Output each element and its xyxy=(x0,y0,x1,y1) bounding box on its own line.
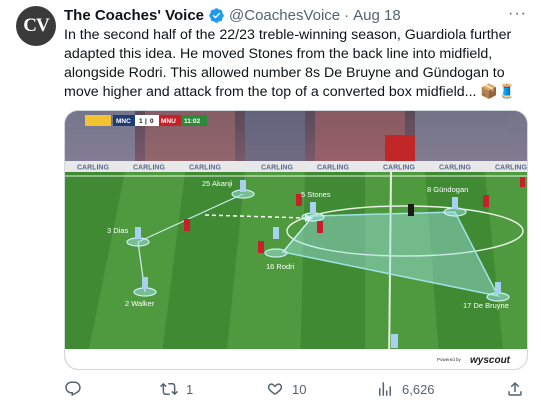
svg-text:|: | xyxy=(145,118,147,125)
score-home: 1 xyxy=(139,118,143,125)
tweet-header: The Coaches' Voice @CoachesVoice · Aug 1… xyxy=(64,5,529,25)
tweet-media[interactable]: CARLING CARLING CARLING CARLING CARLING … xyxy=(64,110,528,370)
reply-button[interactable] xyxy=(64,380,90,398)
more-options-icon[interactable]: ··· xyxy=(508,5,527,23)
views-icon xyxy=(379,382,391,396)
reply-icon xyxy=(65,381,81,397)
share-icon xyxy=(508,381,522,396)
player-label-walker: 2 Walker xyxy=(125,299,155,308)
author-name[interactable]: The Coaches' Voice xyxy=(64,7,204,24)
score-home-team: MNC xyxy=(116,118,131,125)
share-button[interactable] xyxy=(506,380,532,398)
player-label-stones: 5 Stones xyxy=(301,190,331,199)
ad-board-5: CARLING xyxy=(317,165,349,172)
scoreboard: MNC 1 | 0 MNU 11:02 xyxy=(85,115,207,126)
tweet-text: In the second half of the 22/23 treble-w… xyxy=(64,27,516,100)
tweet-date[interactable]: Aug 18 xyxy=(353,7,401,24)
player-label-debruyne: 17 De Bruyne xyxy=(463,301,509,310)
ad-board-7: CARLING xyxy=(439,165,471,172)
player-label-dias: 3 Dias xyxy=(107,226,129,235)
avatar[interactable]: CV xyxy=(16,6,56,46)
ad-board-4: CARLING xyxy=(261,165,293,172)
ad-board-8: CARLING xyxy=(495,165,527,172)
player-label-akanji: 25 Akanji xyxy=(202,179,233,188)
pitch-image: CARLING CARLING CARLING CARLING CARLING … xyxy=(65,111,527,369)
heart-icon xyxy=(267,383,283,396)
views-button[interactable]: 6,626 xyxy=(376,380,435,398)
ad-board-3: CARLING xyxy=(189,165,221,172)
score-away: 0 xyxy=(150,118,154,125)
like-button[interactable]: 10 xyxy=(266,380,306,398)
retweet-count: 1 xyxy=(186,381,194,397)
verified-badge-icon xyxy=(208,7,225,24)
ad-board-1: CARLING xyxy=(77,165,109,172)
separator-dot: · xyxy=(344,6,350,24)
player-label-gundogan: 8 Gündogan xyxy=(427,185,468,194)
watermark-small: Powered by xyxy=(437,357,462,362)
match-clock: 11:02 xyxy=(184,118,201,125)
wyscout-logo: wyscout xyxy=(470,355,511,366)
author-handle[interactable]: @CoachesVoice xyxy=(229,7,340,24)
retweet-icon xyxy=(160,382,178,396)
tweet-actions: 1 10 6,626 xyxy=(64,380,526,400)
score-away-team: MNU xyxy=(161,118,176,125)
ad-board-2: CARLING xyxy=(133,165,165,172)
ad-board-6: CARLING xyxy=(383,165,415,172)
like-count: 10 xyxy=(292,381,307,397)
player-label-rodri: 16 Rodri xyxy=(266,262,295,271)
views-count: 6,626 xyxy=(402,381,435,397)
tweet[interactable]: CV The Coaches' Voice @CoachesVoice · Au… xyxy=(0,0,541,415)
retweet-button[interactable]: 1 xyxy=(160,380,193,398)
